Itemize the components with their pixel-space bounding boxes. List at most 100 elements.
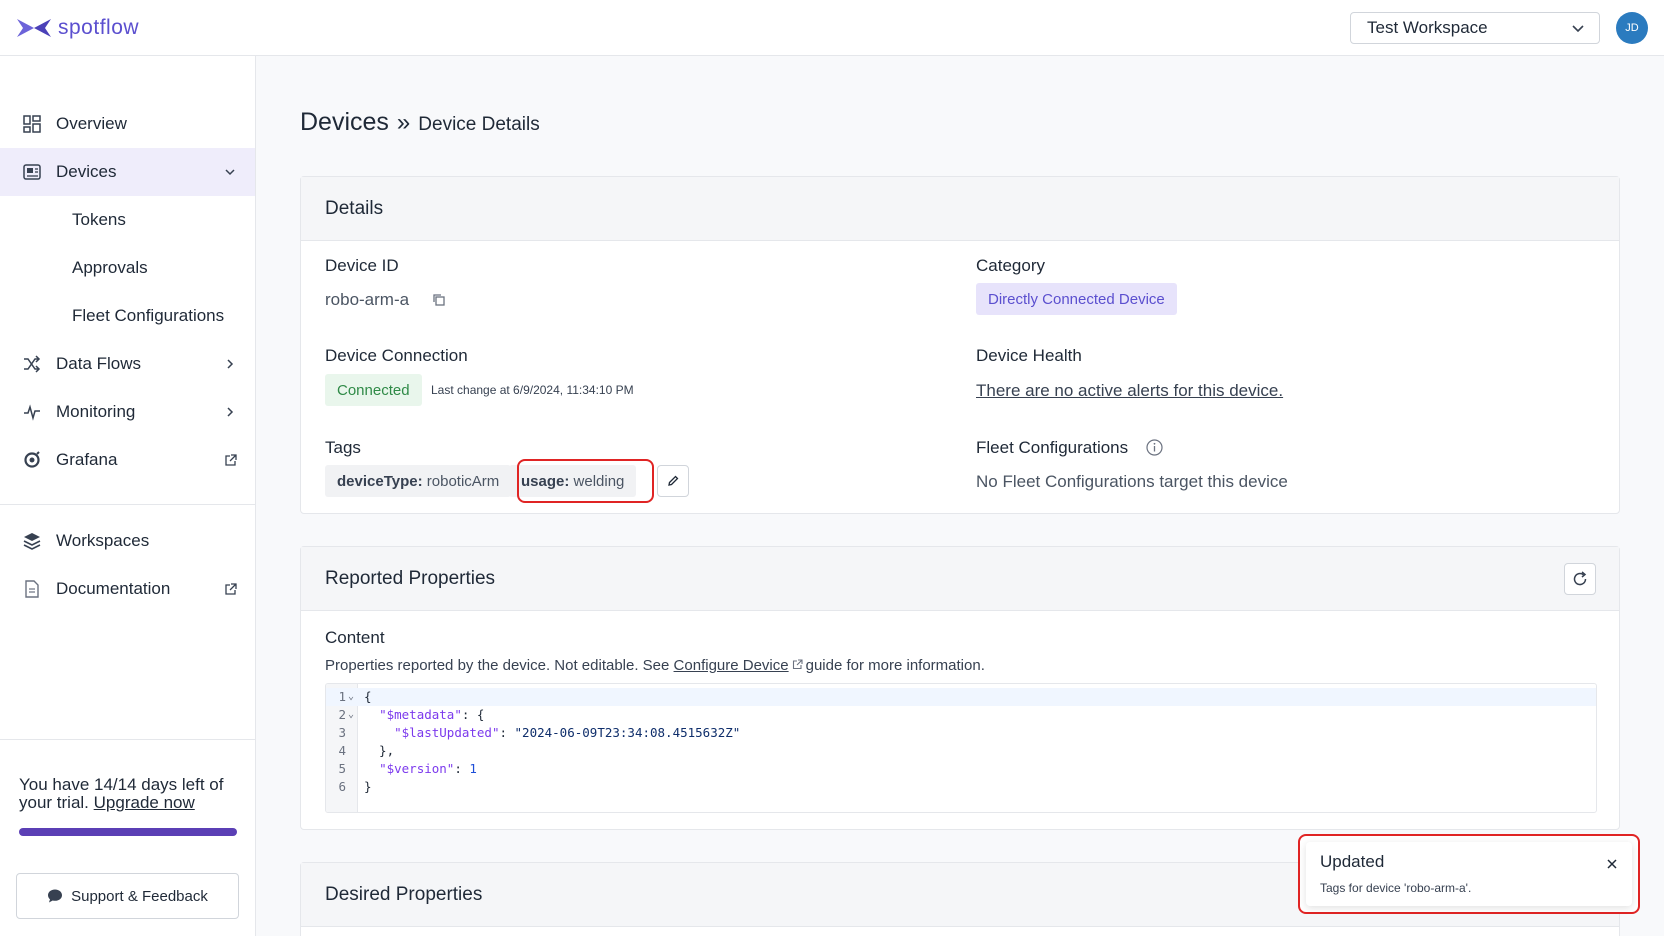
refresh-button[interactable] [1564, 563, 1596, 595]
workspace-select-value: Test Workspace [1367, 18, 1488, 37]
line-number: 3 [338, 725, 346, 740]
chevron-down-icon [1572, 25, 1584, 33]
edit-tags-button[interactable] [657, 465, 689, 497]
support-feedback-button[interactable]: Support & Feedback [16, 873, 239, 919]
line-number: 4 [338, 743, 346, 758]
chevron-right-icon [223, 405, 237, 419]
line-number: 6 [338, 779, 346, 794]
reported-description-text: guide for more information. [805, 657, 985, 674]
fleet-configurations-label: Fleet Configurations [976, 438, 1128, 458]
category-badge: Directly Connected Device [976, 283, 1177, 315]
fleet-configurations-label-text: Fleet Configurations [976, 438, 1129, 457]
code-line: 3 "$lastUpdated": "2024-06-09T23:34:08.4… [326, 724, 1596, 742]
device-id-label: Device ID [325, 256, 399, 275]
fold-icon[interactable]: ⌄ [348, 706, 354, 724]
page-title: Device Details [418, 114, 540, 135]
device-icon [23, 163, 41, 181]
tag-key: deviceType: [337, 472, 423, 490]
upgrade-link[interactable]: Upgrade now [94, 793, 195, 812]
desired-properties-title: Desired Properties [325, 883, 483, 905]
sidebar-item-label: Tokens [72, 210, 126, 229]
highlight-outline [517, 459, 654, 503]
reported-properties-header: Reported Properties [301, 547, 1619, 611]
breadcrumb-devices[interactable]: Devices [300, 108, 389, 137]
sidebar-item-label: Devices [56, 162, 117, 181]
tag-chip: deviceType: roboticArm [325, 465, 512, 497]
close-icon[interactable] [1604, 856, 1620, 872]
sidebar-item-workspaces[interactable]: Workspaces [0, 517, 255, 565]
reported-description: Properties reported by the device. Not e… [325, 657, 985, 674]
reported-properties-title: Reported Properties [325, 567, 496, 589]
category-label: Category [976, 256, 1045, 275]
sidebar-item-monitoring[interactable]: Monitoring [0, 388, 255, 436]
reported-properties-card: Reported Properties Content Properties r… [300, 546, 1620, 830]
top-bar: spotflow Test Workspace JD [0, 0, 1664, 56]
details-title: Details [325, 197, 384, 219]
user-avatar[interactable]: JD [1616, 12, 1648, 44]
spotflow-logo-icon [17, 19, 51, 37]
sidebar-item-overview[interactable]: Overview [0, 100, 255, 148]
document-icon [23, 580, 41, 598]
spotflow-logo[interactable]: spotflow [16, 16, 139, 40]
device-connection-label: Device Connection [325, 346, 468, 365]
code-line: 5 "$version": 1 [326, 760, 1596, 778]
device-id-value: robo-arm-a [325, 290, 410, 309]
trial-notice: You have 14/14 days left of your trial. … [19, 776, 249, 812]
chevron-right-icon [223, 357, 237, 371]
code-line: 6 } [326, 778, 1596, 796]
sidebar-item-label: Workspaces [56, 531, 150, 550]
fleet-configurations-value: No Fleet Configurations target this devi… [976, 472, 1288, 491]
code-line: 4 }, [326, 742, 1596, 760]
pencil-icon [668, 475, 679, 486]
sidebar-item-label: Overview [56, 114, 127, 133]
chat-bubble-icon [48, 889, 63, 903]
sidebar-item-label: Approvals [72, 258, 148, 277]
sidebar-item-label: Monitoring [56, 402, 136, 421]
sidebar-item-approvals[interactable]: Approvals [0, 244, 255, 292]
toast-message: Tags for device 'robo-arm-a'. [1320, 881, 1472, 895]
info-icon[interactable] [1146, 439, 1163, 456]
sidebar-divider [0, 504, 255, 505]
copy-icon[interactable] [432, 293, 446, 307]
toast-highlight: Updated Tags for device 'robo-arm-a'. [1298, 834, 1640, 914]
sidebar-item-devices[interactable]: Devices [0, 148, 255, 196]
sidebar-item-label: Fleet Configurations [72, 306, 225, 325]
chevron-down-icon [223, 165, 237, 179]
sidebar-divider [0, 739, 255, 740]
shuffle-icon [23, 355, 41, 373]
fold-icon[interactable]: ⌄ [348, 688, 354, 706]
workspace-select[interactable]: Test Workspace [1350, 12, 1600, 44]
breadcrumb-separator: » [396, 109, 411, 136]
line-number: 2 [338, 707, 346, 722]
configure-device-link[interactable]: Configure Device [674, 657, 789, 674]
sidebar-item-data-flows[interactable]: Data Flows [0, 340, 255, 388]
sidebar-item-documentation[interactable]: Documentation [0, 565, 255, 613]
tags-label: Tags [325, 438, 361, 457]
sidebar-item-tokens[interactable]: Tokens [0, 196, 255, 244]
toast-title: Updated [1320, 852, 1385, 871]
trial-progress-bar [19, 828, 237, 836]
sidebar-item-label: Documentation [56, 579, 171, 598]
grafana-icon [23, 451, 41, 469]
code-line: 1 ⌄ { [326, 688, 1596, 706]
content-label: Content [325, 628, 385, 647]
pulse-icon [23, 403, 41, 421]
reported-properties-editor[interactable]: 1 ⌄ { 2 ⌄ "$metadata": { 3 "$lastUpdated":… [325, 683, 1597, 813]
sidebar-item-label: Data Flows [56, 354, 142, 373]
code-line: 2 ⌄ "$metadata": { [326, 706, 1596, 724]
external-link-icon [792, 659, 803, 670]
line-number: 1 [338, 689, 346, 704]
layers-icon [23, 532, 41, 550]
details-card-header: Details [301, 177, 1619, 241]
line-number: 5 [338, 761, 346, 776]
sidebar-item-fleet-configurations[interactable]: Fleet Configurations [0, 292, 255, 340]
sidebar-item-grafana[interactable]: Grafana [0, 436, 255, 484]
sidebar-item-label: Grafana [56, 450, 118, 469]
health-status-text: There are no active alerts for this devi… [976, 381, 1284, 400]
toast-notification: Updated Tags for device 'robo-arm-a'. [1306, 842, 1632, 906]
details-card: Details Device ID robo-arm-a Category Di… [300, 176, 1620, 514]
breadcrumb: Devices » Device Details [300, 108, 540, 137]
brand-name: spotflow [58, 16, 140, 39]
last-change-text: Last change at 6/9/2024, 11:34:10 PM [431, 383, 634, 397]
external-link-icon [223, 582, 237, 596]
